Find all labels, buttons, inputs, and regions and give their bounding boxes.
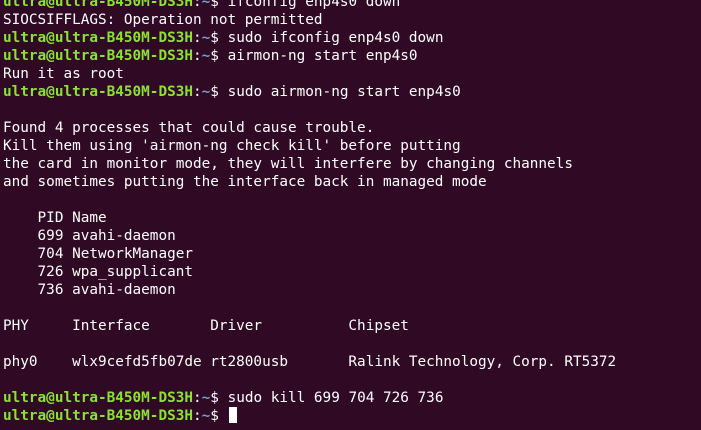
command-text: ifconfig enp4s0 down	[227, 0, 401, 10]
prompt-line: ultra@ultra-B450M-DS3H:~$	[3, 407, 701, 425]
prompt-separator: :	[193, 30, 202, 46]
terminal-window[interactable]: ultra@ultra-B450M-DS3H:~$ ifconfig enp4s…	[0, 0, 701, 430]
prompt-user-host: ultra@ultra-B450M-DS3H	[3, 390, 193, 406]
prompt-symbol: $	[210, 408, 228, 424]
output-line: and sometimes putting the interface back…	[3, 174, 487, 190]
output-line: 699 avahi-daemon	[3, 228, 176, 244]
prompt-path: ~	[201, 390, 211, 406]
prompt-separator: :	[193, 48, 202, 64]
command-text: sudo kill 699 704 726 736	[227, 390, 444, 406]
prompt-path: ~	[201, 84, 211, 100]
prompt-user-host: ultra@ultra-B450M-DS3H	[3, 48, 193, 64]
prompt-symbol: $	[210, 48, 228, 64]
prompt-path: ~	[201, 408, 211, 424]
output-line: PID Name	[3, 210, 107, 226]
prompt-line: ultra@ultra-B450M-DS3H:~$ airmon-ng star…	[3, 47, 701, 65]
prompt-line: ultra@ultra-B450M-DS3H:~$ sudo airmon-ng…	[3, 83, 701, 101]
output-line: 726 wpa_supplicant	[3, 264, 193, 280]
output-line: the card in monitor mode, they will inte…	[3, 156, 573, 172]
output-line: PHY Interface Driver Chipset	[3, 318, 409, 334]
command-text: sudo ifconfig enp4s0 down	[227, 30, 444, 46]
output-line: Run it as root	[3, 66, 124, 82]
prompt-symbol: $	[210, 0, 228, 10]
prompt-user-host: ultra@ultra-B450M-DS3H	[3, 408, 193, 424]
prompt-symbol: $	[210, 84, 228, 100]
output-line: Found 4 processes that could cause troub…	[3, 120, 375, 136]
prompt-separator: :	[193, 390, 202, 406]
output-line: phy0 wlx9cefd5fb07de rt2800usb Ralink Te…	[3, 354, 617, 370]
output-line: 736 avahi-daemon	[3, 282, 176, 298]
output-line: SIOCSIFFLAGS: Operation not permitted	[3, 12, 323, 28]
prompt-path: ~	[201, 30, 211, 46]
prompt-user-host: ultra@ultra-B450M-DS3H	[3, 30, 193, 46]
prompt-path: ~	[201, 0, 211, 10]
prompt-user-host: ultra@ultra-B450M-DS3H	[3, 84, 193, 100]
command-text: airmon-ng start enp4s0	[227, 48, 418, 64]
output-line: 704 NetworkManager	[3, 246, 193, 262]
prompt-line: ultra@ultra-B450M-DS3H:~$ ifconfig enp4s…	[3, 0, 701, 11]
command-text: sudo airmon-ng start enp4s0	[227, 84, 461, 100]
output-line: Kill them using 'airmon-ng check kill' b…	[3, 138, 461, 154]
prompt-symbol: $	[210, 390, 228, 406]
prompt-user-host: ultra@ultra-B450M-DS3H	[3, 0, 193, 10]
prompt-separator: :	[193, 0, 202, 10]
terminal-buffer: ultra@ultra-B450M-DS3H:~$ ifconfig enp4s…	[3, 0, 701, 425]
prompt-symbol: $	[210, 30, 228, 46]
prompt-separator: :	[193, 408, 202, 424]
text-cursor[interactable]	[228, 407, 237, 423]
prompt-line: ultra@ultra-B450M-DS3H:~$ sudo kill 699 …	[3, 389, 701, 407]
prompt-separator: :	[193, 84, 202, 100]
prompt-path: ~	[201, 48, 211, 64]
prompt-line: ultra@ultra-B450M-DS3H:~$ sudo ifconfig …	[3, 29, 701, 47]
